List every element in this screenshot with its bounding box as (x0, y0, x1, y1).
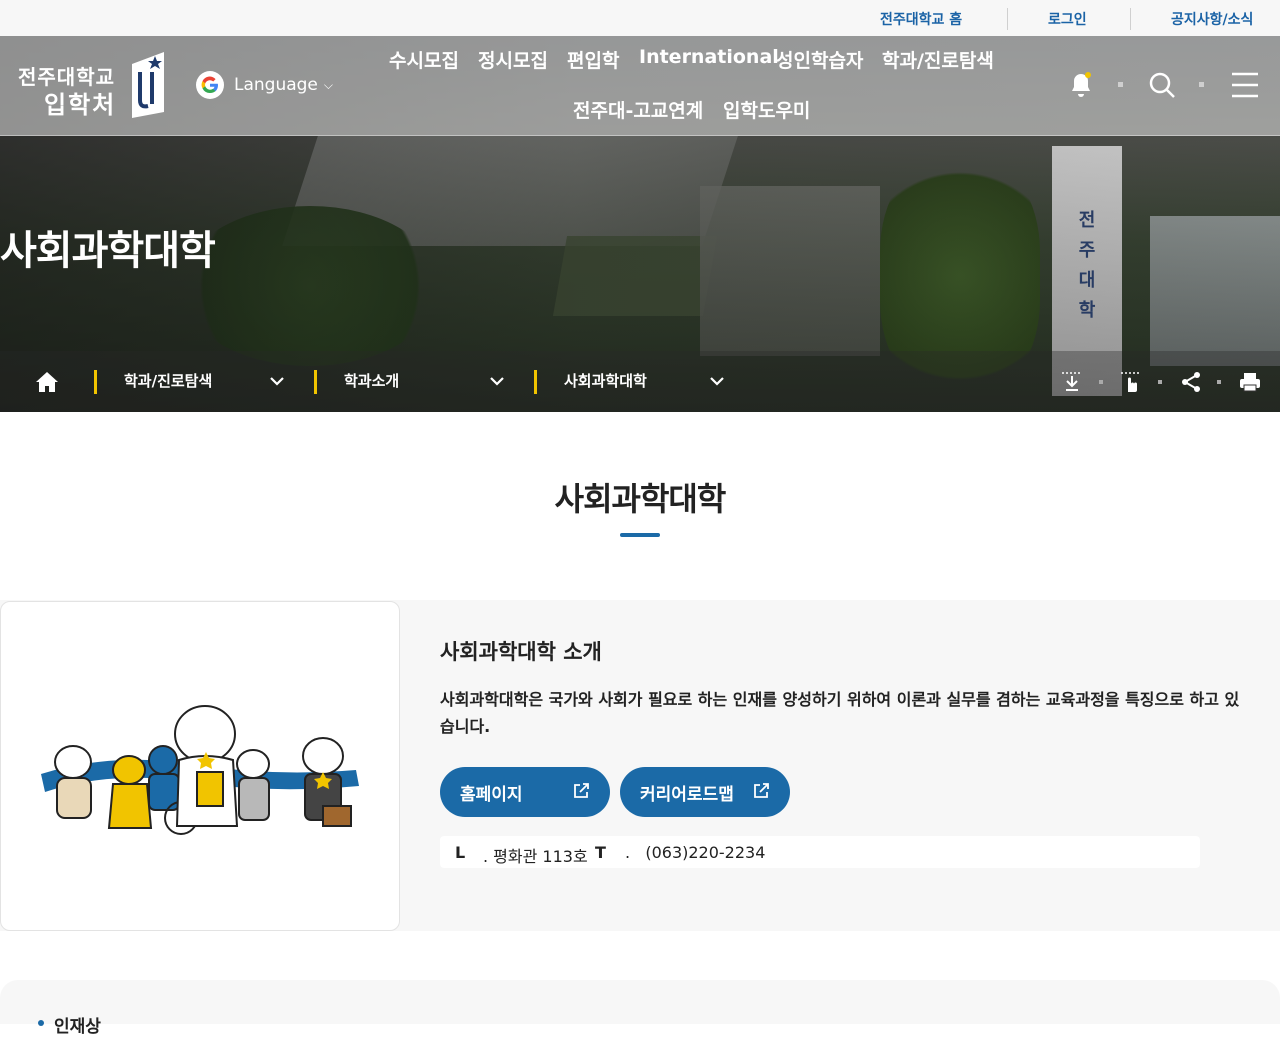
logo-admissions: 입학처 (44, 91, 117, 119)
talent-section-title: 인재상 (54, 1017, 101, 1037)
nav-item-regular-admission[interactable]: 정시모집 (478, 46, 548, 73)
mascot-group-icon (41, 705, 359, 835)
title-underline (620, 533, 660, 537)
nav-item-transfer[interactable]: 편입학 (567, 46, 619, 73)
nav-item-adult-learners[interactable]: 성인학습자 (776, 46, 863, 73)
external-link-icon (754, 783, 769, 798)
section-title: 사회과학대학 (554, 480, 727, 518)
print-icon[interactable] (1238, 370, 1262, 394)
chevron-down-icon[interactable] (708, 372, 726, 390)
talent-section (0, 980, 1280, 1024)
menu-icon[interactable] (1230, 70, 1260, 100)
chevron-down-icon[interactable] (488, 372, 506, 390)
notice-link[interactable]: 공지사항/소식 (1171, 9, 1253, 29)
tel-value: . (063)220-2234 (625, 843, 766, 862)
breadcrumb-item-departments[interactable]: 학과/진로탐색 (124, 370, 212, 391)
career-roadmap-button[interactable]: 커리어로드맵 (620, 767, 790, 817)
login-link[interactable]: 로그인 (1048, 9, 1087, 29)
location-value: . 평화관 113호 (483, 847, 588, 866)
separator-dot (1217, 380, 1221, 384)
page-hero-title: 사회과학대학 (0, 228, 216, 274)
site-logo[interactable]: 전주대학교 입학처 (18, 64, 116, 120)
chevron-down-icon[interactable] (268, 372, 286, 390)
search-icon[interactable] (1147, 70, 1177, 100)
mascot-illustration (0, 601, 400, 931)
bell-icon[interactable] (1066, 70, 1096, 100)
homepage-button-label: 홈페이지 (460, 784, 523, 805)
separator-dot (1118, 82, 1123, 87)
logo-university: 전주대학교 (18, 65, 115, 89)
location-label: L (455, 843, 466, 862)
utility-bar: 전주대학교 홈 로그인 공지사항/소식 (0, 0, 1280, 36)
language-label: Language (234, 75, 318, 95)
career-roadmap-button-label: 커리어로드맵 (640, 784, 734, 805)
homepage-button[interactable]: 홈페이지 (440, 767, 610, 817)
nav-item-early-admission[interactable]: 수시모집 (389, 46, 459, 73)
breadcrumb-item-dept-intro[interactable]: 학과소개 (344, 370, 399, 391)
chevron-down-icon: ⌵ (323, 77, 334, 92)
nav-item-highschool-link[interactable]: 전주대-고교연계 (573, 96, 703, 123)
card-description: 사회과학대학은 국가와 사회가 필요로 하는 인재를 양성하기 위하여 이론과 … (440, 690, 1240, 736)
breadcrumb-separator (94, 370, 97, 394)
bullet-icon (38, 1020, 44, 1026)
card-heading: 사회과학대학 소개 (440, 640, 602, 664)
touch-icon[interactable] (1119, 370, 1143, 394)
language-selector[interactable]: Language ⌵ (196, 70, 333, 100)
contact-info: L . 평화관 113호 T . (063)220-2234 (440, 836, 1200, 868)
separator-dot (1158, 380, 1162, 384)
university-emblem-icon (132, 52, 164, 118)
home-icon[interactable] (34, 370, 60, 394)
nav-item-international[interactable]: International (639, 46, 779, 68)
breadcrumb-separator (314, 370, 317, 394)
divider (1130, 8, 1131, 30)
breadcrumb-separator (534, 370, 537, 394)
separator-dot (1199, 82, 1204, 87)
divider (1007, 8, 1008, 30)
google-icon (196, 71, 224, 99)
nav-item-departments[interactable]: 학과/진로탐색 (882, 46, 994, 73)
share-icon[interactable] (1179, 370, 1203, 394)
download-icon[interactable] (1060, 370, 1084, 394)
university-home-link[interactable]: 전주대학교 홈 (880, 9, 962, 29)
separator-dot (1099, 380, 1103, 384)
tel-label: T (595, 843, 606, 862)
nav-item-admission-helper[interactable]: 입학도우미 (723, 96, 810, 123)
breadcrumb-item-college[interactable]: 사회과학대학 (564, 370, 647, 391)
external-link-icon (574, 783, 589, 798)
